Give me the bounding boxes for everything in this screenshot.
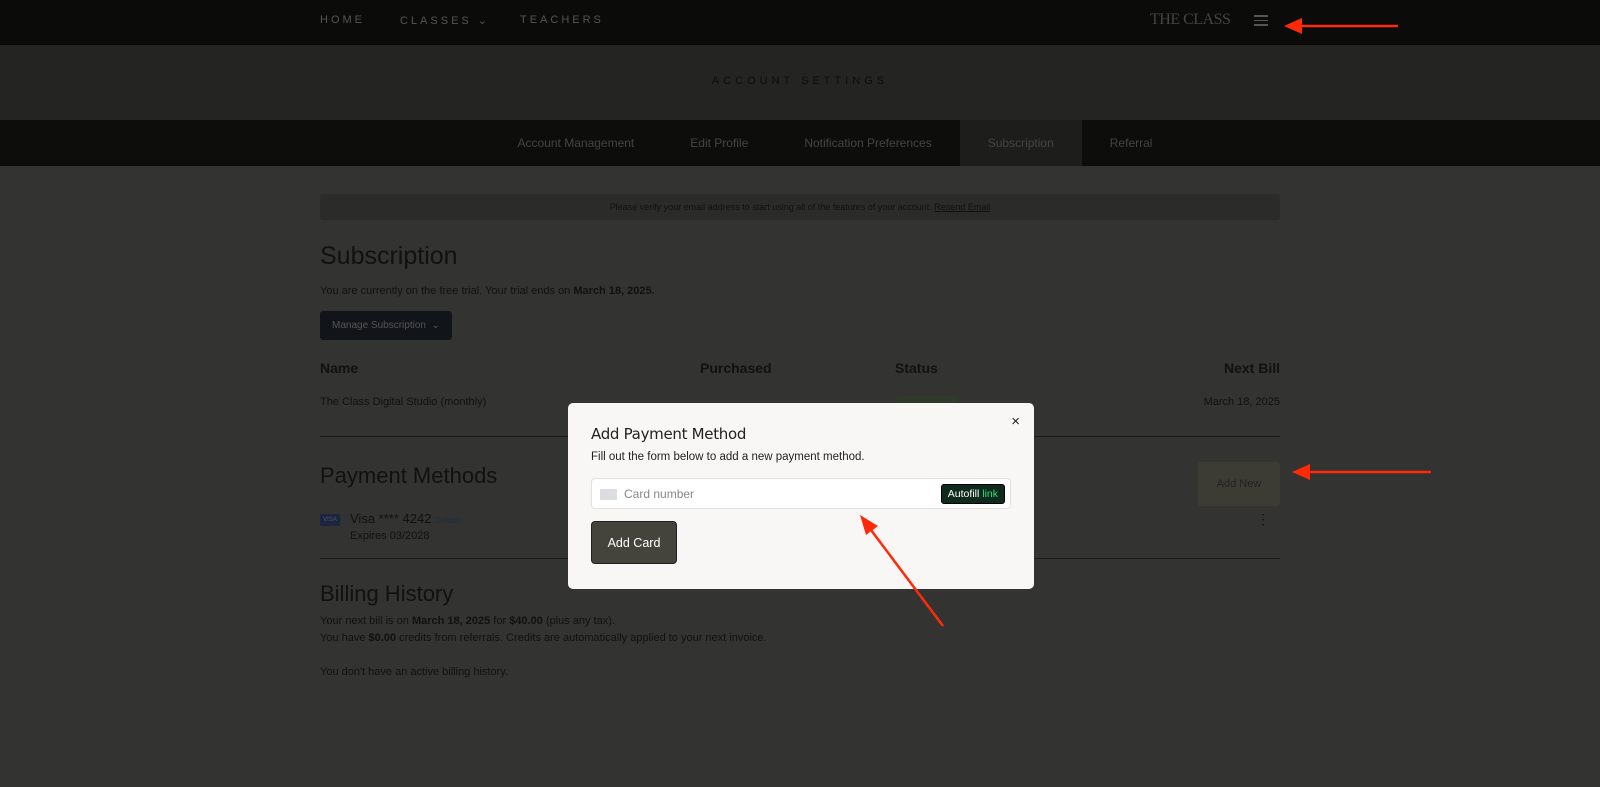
manage-subscription-button[interactable]: Manage Subscription ⌄ [320, 311, 452, 340]
subscription-title: Subscription [320, 242, 458, 270]
tab-edit-profile[interactable]: Edit Profile [662, 120, 776, 166]
nav-classes[interactable]: CLASSES ⌄ [400, 14, 490, 27]
add-payment-modal: × Add Payment Method Fill out the form b… [568, 403, 1034, 589]
more-options-icon[interactable]: ⋮ [1256, 511, 1270, 528]
billing-info: Your next bill is on March 18, 2025 for … [320, 615, 767, 678]
verify-banner: Please verify your email address to star… [320, 194, 1280, 220]
card-number-input[interactable]: Card number Autofill link [591, 478, 1011, 509]
top-nav: HOME CLASSES ⌄ TEACHERS THE CLASS [0, 0, 1600, 45]
settings-tabs: Account Management Edit Profile Notifica… [0, 120, 1600, 166]
default-badge: Default [434, 516, 461, 525]
add-card-button[interactable]: Add Card [591, 521, 677, 564]
resend-email-link[interactable]: Resend Email [934, 202, 990, 212]
hamburger-icon[interactable] [1254, 15, 1268, 29]
tab-notification-preferences[interactable]: Notification Preferences [776, 120, 959, 166]
tab-account-management[interactable]: Account Management [490, 120, 663, 166]
close-icon[interactable]: × [1011, 413, 1020, 430]
visa-icon: VISA [320, 514, 340, 526]
modal-title: Add Payment Method [591, 425, 747, 443]
tab-referral[interactable]: Referral [1082, 120, 1181, 166]
credit-card-icon [600, 489, 617, 500]
nav-teachers[interactable]: TEACHERS [520, 14, 604, 26]
page-title: ACCOUNT SETTINGS [0, 45, 1600, 120]
add-new-button[interactable]: Add New [1198, 462, 1280, 506]
nav-home[interactable]: HOME [320, 14, 365, 26]
tab-subscription[interactable]: Subscription [959, 120, 1082, 166]
table-header: Name Purchased Status Next Bill [320, 360, 1280, 376]
autofill-link-button[interactable]: Autofill link [940, 484, 1005, 504]
modal-subtitle: Fill out the form below to add a new pay… [591, 451, 865, 463]
logo[interactable]: THE CLASS [1150, 11, 1231, 29]
